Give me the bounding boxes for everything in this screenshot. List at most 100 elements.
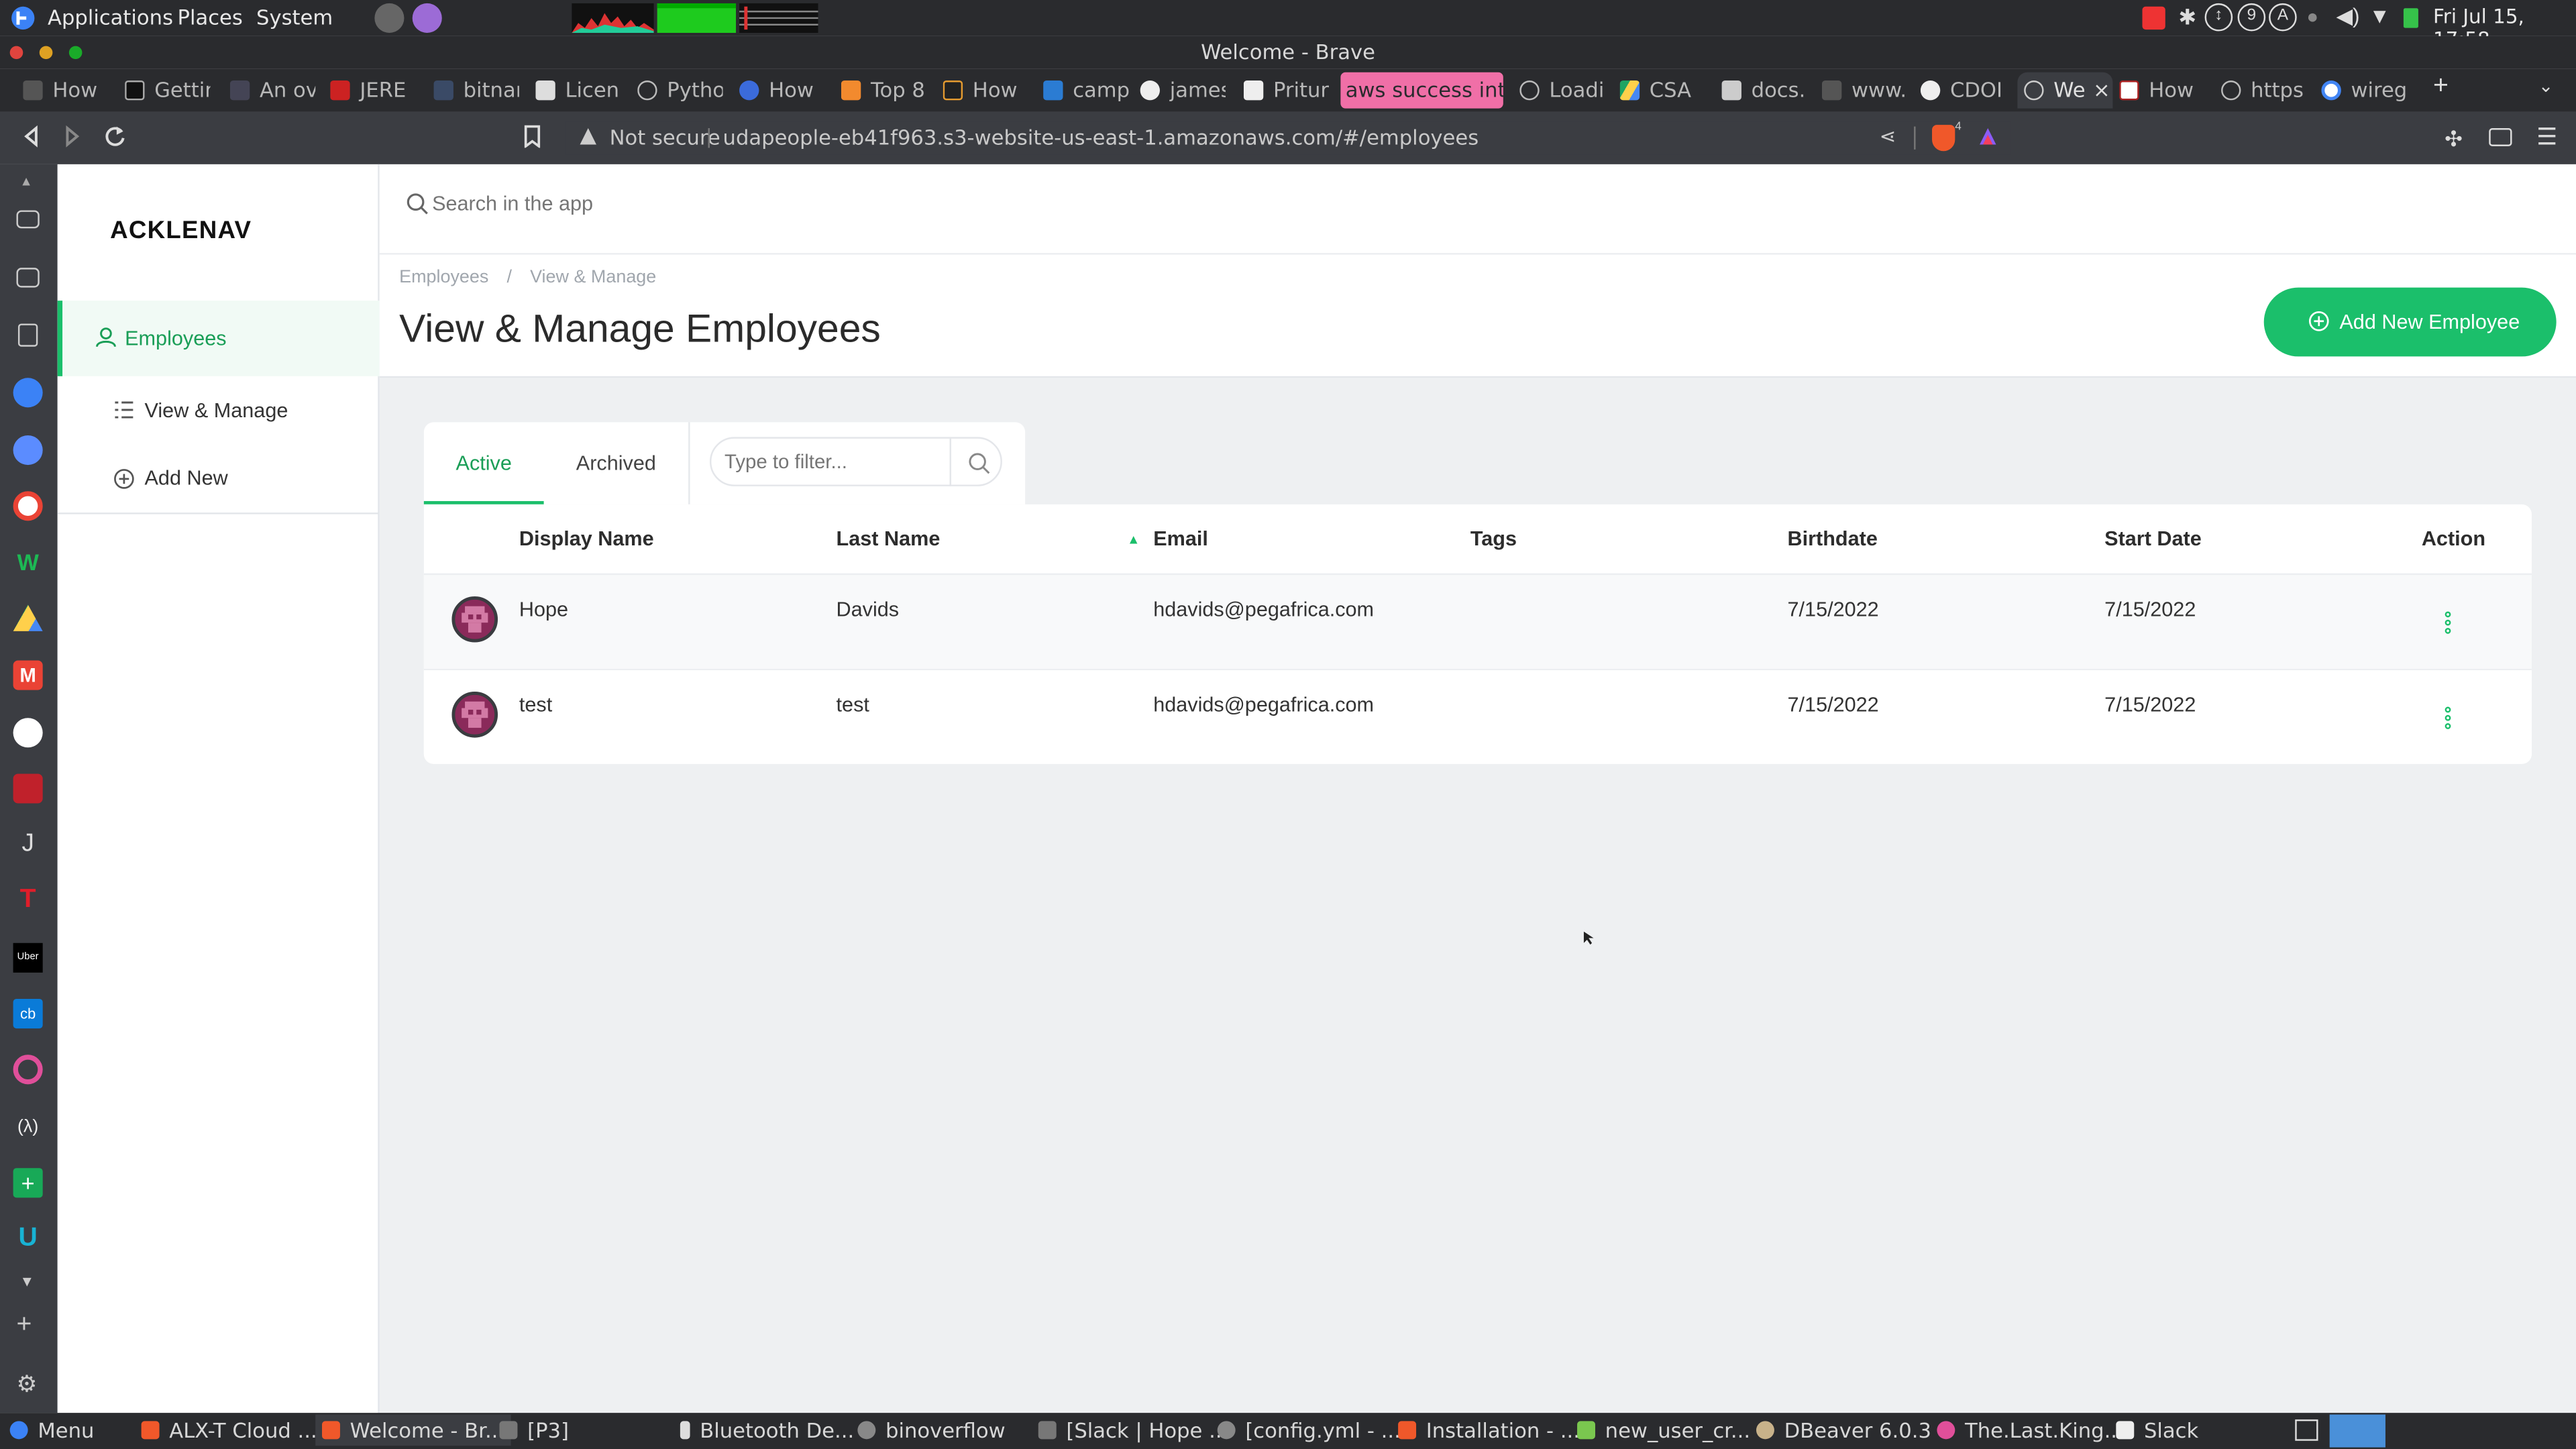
volume-icon[interactable]: ◀)	[2336, 3, 2359, 30]
filter-search-icon[interactable]	[967, 451, 990, 474]
editor-launcher-icon[interactable]	[412, 3, 442, 33]
bluetooth-icon[interactable]: ✱	[2178, 5, 2196, 31]
new-tab-icon[interactable]: +	[2433, 72, 2449, 102]
browser-tab[interactable]: How	[943, 72, 1028, 109]
github-icon[interactable]	[13, 718, 43, 748]
taskbar-item[interactable]: The.Last.King...	[1937, 1417, 2124, 1442]
tab-archived[interactable]: Archived	[562, 422, 671, 504]
taskbar-item[interactable]: [P3]	[499, 1417, 569, 1442]
video-icon[interactable]	[16, 210, 40, 229]
wifi-icon[interactable]: ▼	[2369, 3, 2390, 28]
table-row[interactable]: Hope Davids hdavids@pegafrica.com 7/15/2…	[423, 573, 2532, 669]
lambda-app-icon[interactable]: (λ)	[13, 1112, 43, 1142]
browser-tab-active[interactable]: We ×	[2017, 72, 2113, 109]
system-menu[interactable]: System	[256, 5, 333, 30]
taskbar-menu-button[interactable]: Menu	[9, 1417, 94, 1442]
terminal-launcher-icon[interactable]	[374, 3, 405, 33]
slack-tray-icon[interactable]	[2142, 6, 2165, 30]
browser-tab[interactable]: Loadi	[1519, 72, 1605, 109]
sheets-icon[interactable]: +	[13, 1168, 43, 1198]
app-logo[interactable]: ACKLENAV	[110, 217, 252, 245]
taskbar-item[interactable]: new_user_cr...	[1577, 1417, 1750, 1442]
taskbar-item[interactable]: [config.yml - ...	[1217, 1417, 1401, 1442]
taskbar-item-active[interactable]: Welcome - Br...	[315, 1414, 511, 1446]
share-icon[interactable]: ⋖	[1880, 125, 1896, 148]
row-action-kebab-icon[interactable]	[2445, 611, 2451, 634]
more-chevron-icon[interactable]: ▼	[19, 1273, 34, 1289]
sidebar-item-employees[interactable]: Employees	[57, 301, 380, 376]
taskbar-item[interactable]: binoverflow	[857, 1417, 1006, 1442]
j-app-icon[interactable]: J	[13, 830, 43, 859]
tab-active[interactable]: Active	[423, 422, 544, 504]
update-icon[interactable]: ↕	[2204, 3, 2233, 32]
close-window-icon[interactable]	[9, 46, 23, 60]
sort-ascending-icon[interactable]: ▲	[1127, 532, 1140, 547]
distro-logo-icon[interactable]	[10, 5, 36, 31]
browser-tab[interactable]: Gettir	[125, 72, 210, 109]
wallet-icon[interactable]	[16, 268, 40, 288]
brave-rewards-icon[interactable]	[1978, 127, 1998, 146]
microphone-icon[interactable]: ●	[2306, 5, 2318, 28]
app-search-input[interactable]	[432, 184, 2043, 224]
kubernetes-icon[interactable]	[13, 435, 43, 466]
sidebar-settings-gear-icon[interactable]: ⚙	[16, 1370, 37, 1398]
bookmark-icon[interactable]	[523, 125, 542, 148]
column-header-display-name[interactable]: Display Name	[519, 527, 654, 550]
url-text[interactable]: udapeople-eb41f963.s3-website-us-east-1.…	[723, 125, 1479, 150]
browser-tab[interactable]: https	[2221, 72, 2306, 109]
browser-tab-highlighted[interactable]: aws success inter	[1340, 72, 1503, 109]
browser-tab[interactable]: Licen	[535, 72, 621, 109]
browser-tab[interactable]: How	[23, 72, 108, 109]
places-menu[interactable]: Places	[177, 5, 242, 30]
browser-tab[interactable]: Pritur	[1243, 72, 1329, 109]
browser-tab[interactable]: Pytho	[637, 72, 723, 109]
forward-icon[interactable]	[61, 125, 84, 148]
sidebar-item-add-new[interactable]: Add New	[58, 440, 380, 516]
browser-tab[interactable]: An ov	[229, 72, 315, 109]
close-tab-icon[interactable]: ×	[2093, 72, 2110, 109]
add-sidebar-item-icon[interactable]: +	[16, 1311, 32, 1340]
extensions-icon[interactable]: ✣	[2445, 127, 2463, 153]
table-row[interactable]: test test hdavids@pegafrica.com 7/15/202…	[423, 668, 2532, 764]
tab-list-chevron-icon[interactable]: ⌄	[2538, 76, 2554, 97]
gmail-icon[interactable]: M	[13, 660, 43, 690]
w-app-icon[interactable]: W	[13, 547, 43, 577]
browser-tab[interactable]: wireg	[2321, 72, 2407, 109]
applications-menu[interactable]: Applications	[48, 5, 173, 30]
browser-tab[interactable]: camp	[1043, 72, 1128, 109]
keyboard-layout-icon[interactable]: A	[2269, 3, 2297, 32]
taskbar-item[interactable]: DBeaver 6.0.3	[1756, 1417, 1931, 1442]
drive-icon[interactable]	[13, 604, 43, 631]
google-icon[interactable]	[13, 491, 43, 521]
maximize-window-icon[interactable]	[68, 46, 83, 60]
add-new-employee-button[interactable]: Add New Employee	[2263, 287, 2557, 357]
row-action-kebab-icon[interactable]	[2445, 706, 2451, 729]
uber-icon[interactable]: Uber	[13, 943, 43, 973]
filter-input[interactable]	[709, 437, 1002, 486]
column-header-start-date[interactable]: Start Date	[2104, 527, 2202, 550]
browser-tab[interactable]: How	[739, 72, 824, 109]
browser-tab[interactable]: CDOI	[1920, 72, 2006, 109]
ring-app-icon[interactable]	[13, 1055, 43, 1085]
taskbar-item[interactable]: Bluetooth De...	[680, 1417, 854, 1442]
sidebar-item-view-manage[interactable]: View & Manage	[58, 373, 380, 449]
taskbar-item[interactable]: Slack	[2116, 1417, 2198, 1442]
battery-icon[interactable]	[2403, 8, 2418, 28]
scroll-up-icon[interactable]: ▲	[19, 174, 32, 189]
address-bar[interactable]: Not secure udapeople-eb41f963.s3-website…	[565, 121, 2011, 155]
column-header-tags[interactable]: Tags	[1470, 527, 1517, 550]
taskbar-item[interactable]: [Slack | Hope ...	[1038, 1417, 1228, 1442]
cb-icon[interactable]: cb	[13, 998, 43, 1029]
udacity-icon[interactable]: U	[13, 1224, 43, 1254]
cell-display-name[interactable]: Hope	[519, 598, 568, 621]
browser-tab[interactable]: docs.	[1721, 72, 1807, 109]
breadcrumb-link-employees[interactable]: Employees	[399, 268, 488, 287]
minimize-window-icon[interactable]	[39, 46, 53, 60]
workspace-switcher[interactable]	[2329, 1414, 2385, 1448]
warning-icon[interactable]	[578, 127, 598, 146]
show-desktop-icon[interactable]	[2295, 1419, 2318, 1441]
reload-icon[interactable]	[103, 125, 126, 148]
taskbar-item[interactable]: ALX-T Cloud ...	[141, 1417, 317, 1442]
cell-display-name[interactable]: test	[519, 693, 552, 716]
wallet-icon[interactable]	[2489, 128, 2512, 146]
